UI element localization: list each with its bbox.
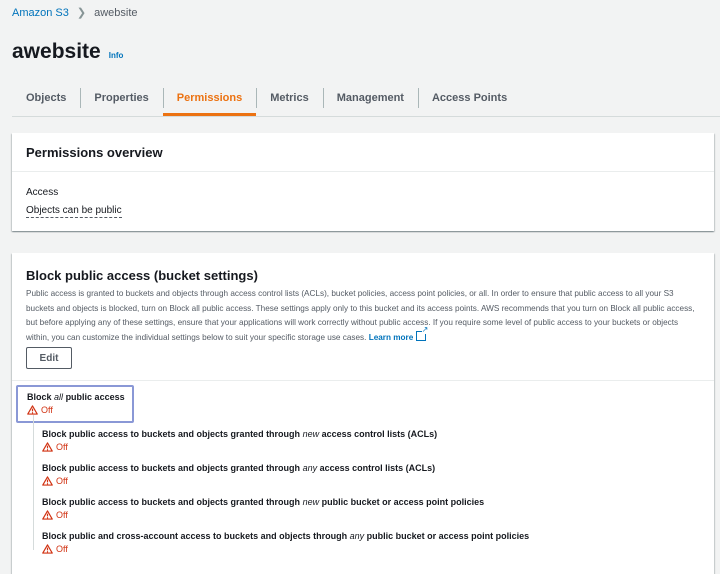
tab-bar: Objects Properties Permissions Metrics M… <box>12 84 720 117</box>
status-off-text: Off <box>41 405 53 415</box>
block-public-access-panel: Block public access (bucket settings) Pu… <box>12 253 714 574</box>
block-public-access-title: Block public access (bucket settings) <box>26 268 258 283</box>
status-off-text: Off <box>56 476 68 486</box>
setting-new-acls: Block public access to buckets and objec… <box>42 429 437 452</box>
setting-label: Block public access to buckets and objec… <box>42 463 436 473</box>
setting-new-policies: Block public access to buckets and objec… <box>42 497 484 520</box>
tab-management[interactable]: Management <box>322 84 418 116</box>
setting-status: Off <box>42 544 529 554</box>
warning-icon <box>42 476 53 486</box>
status-off-text: Off <box>56 510 68 520</box>
setting-status: Off <box>42 476 435 486</box>
setting-label: Block public access to buckets and objec… <box>42 497 485 507</box>
tab-objects[interactable]: Objects <box>12 84 80 116</box>
learn-more-link[interactable]: Learn more <box>369 333 414 342</box>
access-label: Access <box>26 187 59 198</box>
status-off-text: Off <box>56 544 68 554</box>
permissions-overview-title: Permissions overview <box>12 133 714 172</box>
tab-metrics[interactable]: Metrics <box>256 84 323 116</box>
tab-permissions[interactable]: Permissions <box>162 84 257 116</box>
tree-connector <box>33 415 34 550</box>
block-all-label: Block all public access <box>27 392 125 402</box>
status-off-text: Off <box>56 442 68 452</box>
description-text: Public access is granted to buckets and … <box>26 289 695 342</box>
tab-access-points[interactable]: Access Points <box>417 84 521 116</box>
setting-any-policies: Block public and cross-account access to… <box>42 531 529 554</box>
setting-label: Block public access to buckets and objec… <box>42 429 438 439</box>
edit-button[interactable]: Edit <box>26 347 72 369</box>
chevron-right-icon: ❯ <box>76 7 87 19</box>
tab-properties[interactable]: Properties <box>80 84 162 116</box>
breadcrumb-current: awebsite <box>94 6 138 19</box>
block-public-access-description: Public access is granted to buckets and … <box>26 287 698 345</box>
page-title: awebsite <box>12 40 101 63</box>
breadcrumb: Amazon S3 ❯ awebsite <box>12 6 138 20</box>
warning-icon <box>42 510 53 520</box>
block-all-status: Off <box>27 405 125 415</box>
breadcrumb-amazon-s3-link[interactable]: Amazon S3 <box>12 7 69 19</box>
setting-status: Off <box>42 442 437 452</box>
info-link[interactable]: Info <box>109 51 124 60</box>
setting-status: Off <box>42 510 484 520</box>
warning-icon <box>42 544 53 554</box>
page-header: awebsite Info <box>12 40 123 64</box>
warning-icon <box>42 442 53 452</box>
access-value[interactable]: Objects can be public <box>26 205 122 218</box>
setting-label: Block public and cross-account access to… <box>42 531 530 541</box>
permissions-overview-panel: Permissions overview Access Objects can … <box>12 133 714 231</box>
external-link-icon <box>416 325 429 341</box>
divider <box>12 380 714 381</box>
warning-icon <box>27 405 38 415</box>
setting-any-acls: Block public access to buckets and objec… <box>42 463 435 486</box>
